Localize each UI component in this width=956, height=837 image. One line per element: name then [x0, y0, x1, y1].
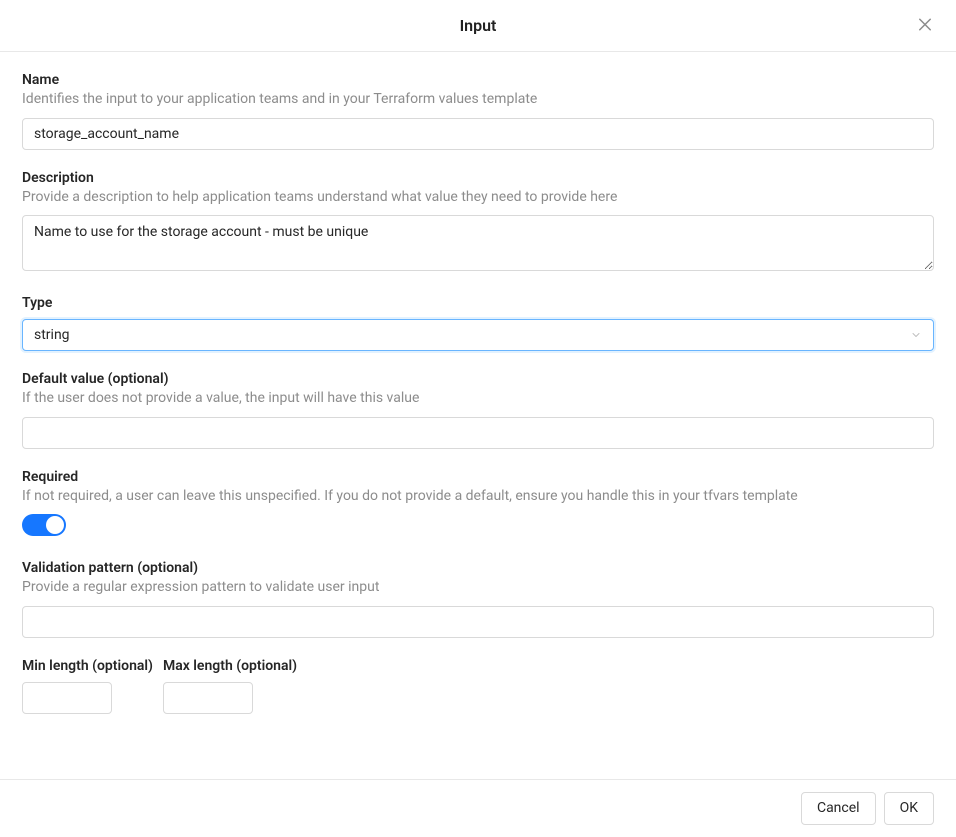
- ok-button[interactable]: OK: [884, 792, 934, 825]
- modal-title: Input: [460, 16, 497, 35]
- default-value-input[interactable]: [22, 417, 934, 449]
- max-length-group: Max length (optional): [163, 658, 297, 714]
- type-select[interactable]: string: [22, 319, 934, 351]
- modal-footer: Cancel OK: [0, 779, 956, 837]
- required-group: Required If not required, a user can lea…: [22, 469, 934, 541]
- max-length-input[interactable]: [163, 682, 253, 714]
- name-group: Name Identifies the input to your applic…: [22, 72, 934, 150]
- name-label: Name: [22, 72, 934, 88]
- max-length-label: Max length (optional): [163, 658, 297, 674]
- min-length-input[interactable]: [22, 682, 112, 714]
- required-label: Required: [22, 469, 934, 485]
- validation-pattern-input[interactable]: [22, 606, 934, 638]
- description-group: Description Provide a description to hel…: [22, 170, 934, 276]
- min-length-label: Min length (optional): [22, 658, 153, 674]
- required-help: If not required, a user can leave this u…: [22, 487, 934, 507]
- validation-pattern-group: Validation pattern (optional) Provide a …: [22, 560, 934, 638]
- default-value-help: If the user does not provide a value, th…: [22, 389, 934, 409]
- modal-body: Name Identifies the input to your applic…: [0, 52, 956, 779]
- default-value-group: Default value (optional) If the user doe…: [22, 371, 934, 449]
- default-value-label: Default value (optional): [22, 371, 934, 387]
- name-help: Identifies the input to your application…: [22, 90, 934, 110]
- validation-pattern-help: Provide a regular expression pattern to …: [22, 578, 934, 598]
- required-toggle[interactable]: [22, 514, 66, 536]
- description-label: Description: [22, 170, 934, 186]
- modal-header: Input: [0, 0, 956, 52]
- description-help: Provide a description to help applicatio…: [22, 188, 934, 208]
- type-label: Type: [22, 295, 934, 311]
- type-select-value: string: [34, 327, 910, 343]
- description-textarea[interactable]: Name to use for the storage account - mu…: [22, 215, 934, 271]
- min-length-group: Min length (optional): [22, 658, 153, 714]
- name-input[interactable]: [22, 118, 934, 150]
- input-modal: Input Name Identifies the input to your …: [0, 0, 956, 837]
- close-icon: [916, 15, 934, 36]
- close-button[interactable]: [912, 11, 938, 40]
- type-group: Type string: [22, 295, 934, 351]
- length-row: Min length (optional) Max length (option…: [22, 658, 934, 714]
- chevron-down-icon: [910, 329, 922, 341]
- validation-pattern-label: Validation pattern (optional): [22, 560, 934, 576]
- cancel-button[interactable]: Cancel: [801, 792, 876, 825]
